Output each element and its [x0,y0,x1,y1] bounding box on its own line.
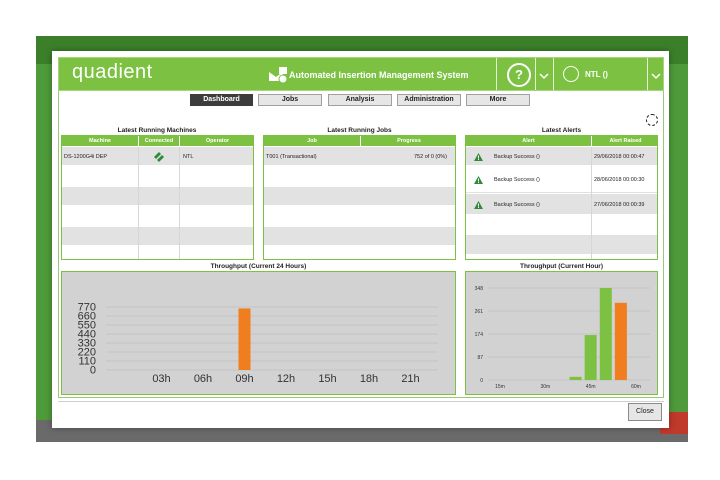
insertion-system-icon [269,67,288,84]
x-tick-label: 06h [194,373,212,385]
table-row[interactable]: T001 (Transactional) 752 of 0 (0%) [264,147,455,167]
machines-col-connected[interactable]: Connected [139,136,179,146]
app-header: quadient Automated Insertion Management … [58,57,664,91]
alert-raised: 27/06/2018 00:00:39 [594,202,645,208]
column-divider [179,147,180,259]
machines-col-machine[interactable]: Machine [62,136,138,146]
quadient-logo: quadient [72,61,153,83]
alerts-title: Latest Alerts [541,127,582,134]
alert-raised: 28/06/2018 00:00:30 [594,177,645,183]
x-tick-label: 03h [152,373,170,385]
table-row [264,207,455,227]
alert-text: Backup Success () [494,154,540,160]
app-title: Automated Insertion Management System [289,70,469,80]
alert-text: Backup Success () [494,177,540,183]
user-menu-chevron-icon[interactable] [651,71,661,81]
x-tick-label: 45m [586,384,596,390]
machines-col-operator[interactable]: Operator [180,136,253,146]
chart-24h: 770660550440330220110003h 06h 09h 12h 15h 18h… [78,302,438,385]
x-tick-label: 21h [401,373,419,385]
tab-dashboard[interactable]: Dashboard [190,94,253,106]
column-divider [138,147,139,259]
y-tick-label: 0 [90,365,96,377]
jobs-panel: Job Progress T001 (Transactional) 752 of… [263,135,456,260]
table-row [466,216,657,236]
table-row[interactable]: Backup Success () 28/06/2018 00:00:30 [466,167,657,193]
tab-analysis[interactable]: Analysis [328,94,392,106]
table-row [62,167,253,187]
table-row [62,187,253,207]
bar [238,308,251,370]
tab-jobs[interactable]: Jobs [258,94,322,106]
y-tick-label: 87 [477,355,483,361]
bar [614,302,627,380]
chart-hour-title: Throughput (Current Hour) [519,263,604,270]
warning-icon [474,153,483,161]
table-row [264,187,455,207]
jobs-title: Latest Running Jobs [327,127,392,134]
dashboard-dialog: quadient Automated Insertion Management … [52,51,669,428]
table-row [264,167,455,187]
bar [599,288,612,380]
chart-24h-panel: 770 660 550 440 330 220 110 0 03h 06h 09h 12h 15h 18h… [61,271,456,395]
alert-raised: 29/06/2018 00:00:47 [594,154,645,160]
tab-administration[interactable]: Administration [397,94,461,106]
header-divider [535,58,536,90]
machines-panel: Machine Connected Operator DS-1200G4i DE… [61,135,254,260]
user-avatar-icon [563,66,579,82]
jobs-col-job[interactable]: Job [264,136,360,146]
y-tick-label: 0 [480,378,483,384]
alert-text: Backup Success () [494,202,540,208]
jobs-col-progress[interactable]: Progress [361,136,455,146]
header-divider [647,58,648,90]
footer-divider [58,401,664,402]
table-row [62,207,253,227]
help-button[interactable]: ? [507,63,531,87]
x-tick-label: 60m [631,384,641,390]
chart-hour: 348 261 174 87 0 15m 30m 45m 60m [475,286,650,390]
y-tick-label: 348 [475,286,484,292]
alerts-panel: Alert Alert Raised Backup Success () 29/… [465,135,658,260]
close-button[interactable]: Close [628,403,662,421]
column-divider [360,136,361,147]
y-tick-label: 261 [475,309,484,315]
operator-name: NTL [183,154,194,160]
chart-24h-title: Throughput (Current 24 Hours) [210,263,307,270]
y-tick-label: 174 [475,332,484,338]
warning-icon [474,176,483,184]
bar [569,376,582,380]
table-row[interactable]: DS-1200G4i DEP NTL [62,147,253,167]
table-row [466,236,657,256]
x-tick-label: 15h [318,373,336,385]
x-tick-label: 30m [540,384,550,390]
tab-more[interactable]: More [466,94,530,106]
header-divider [553,58,554,90]
connected-icon [154,152,164,162]
table-row[interactable]: Backup Success () 27/06/2018 00:00:39 [466,194,657,216]
machine-name: DS-1200G4i DEP [64,154,108,160]
alerts-col-alert[interactable]: Alert [466,136,591,146]
job-progress: 752 of 0 (0%) [414,154,448,160]
table-row[interactable]: Backup Success () 29/06/2018 00:00:47 [466,147,657,167]
chevron-down-icon[interactable] [539,71,549,81]
alerts-col-raised[interactable]: Alert Raised [592,136,657,146]
chart-hour-panel: 348 261 174 87 0 15m 30m 45m 60m [465,271,658,395]
table-row [62,227,253,247]
table-row [264,227,455,247]
refresh-spinner-icon[interactable] [646,114,658,126]
warning-icon [474,201,483,209]
column-divider [591,147,592,259]
job-name: T001 (Transactional) [266,154,317,160]
x-tick-label: 18h [360,373,378,385]
x-tick-label: 09h [235,373,253,385]
x-tick-label: 15m [495,384,505,390]
x-tick-label: 12h [277,373,295,385]
user-name[interactable]: NTL () [585,70,608,79]
bar [584,335,597,380]
machines-title: Latest Running Machines [117,127,197,134]
header-divider [496,58,497,90]
